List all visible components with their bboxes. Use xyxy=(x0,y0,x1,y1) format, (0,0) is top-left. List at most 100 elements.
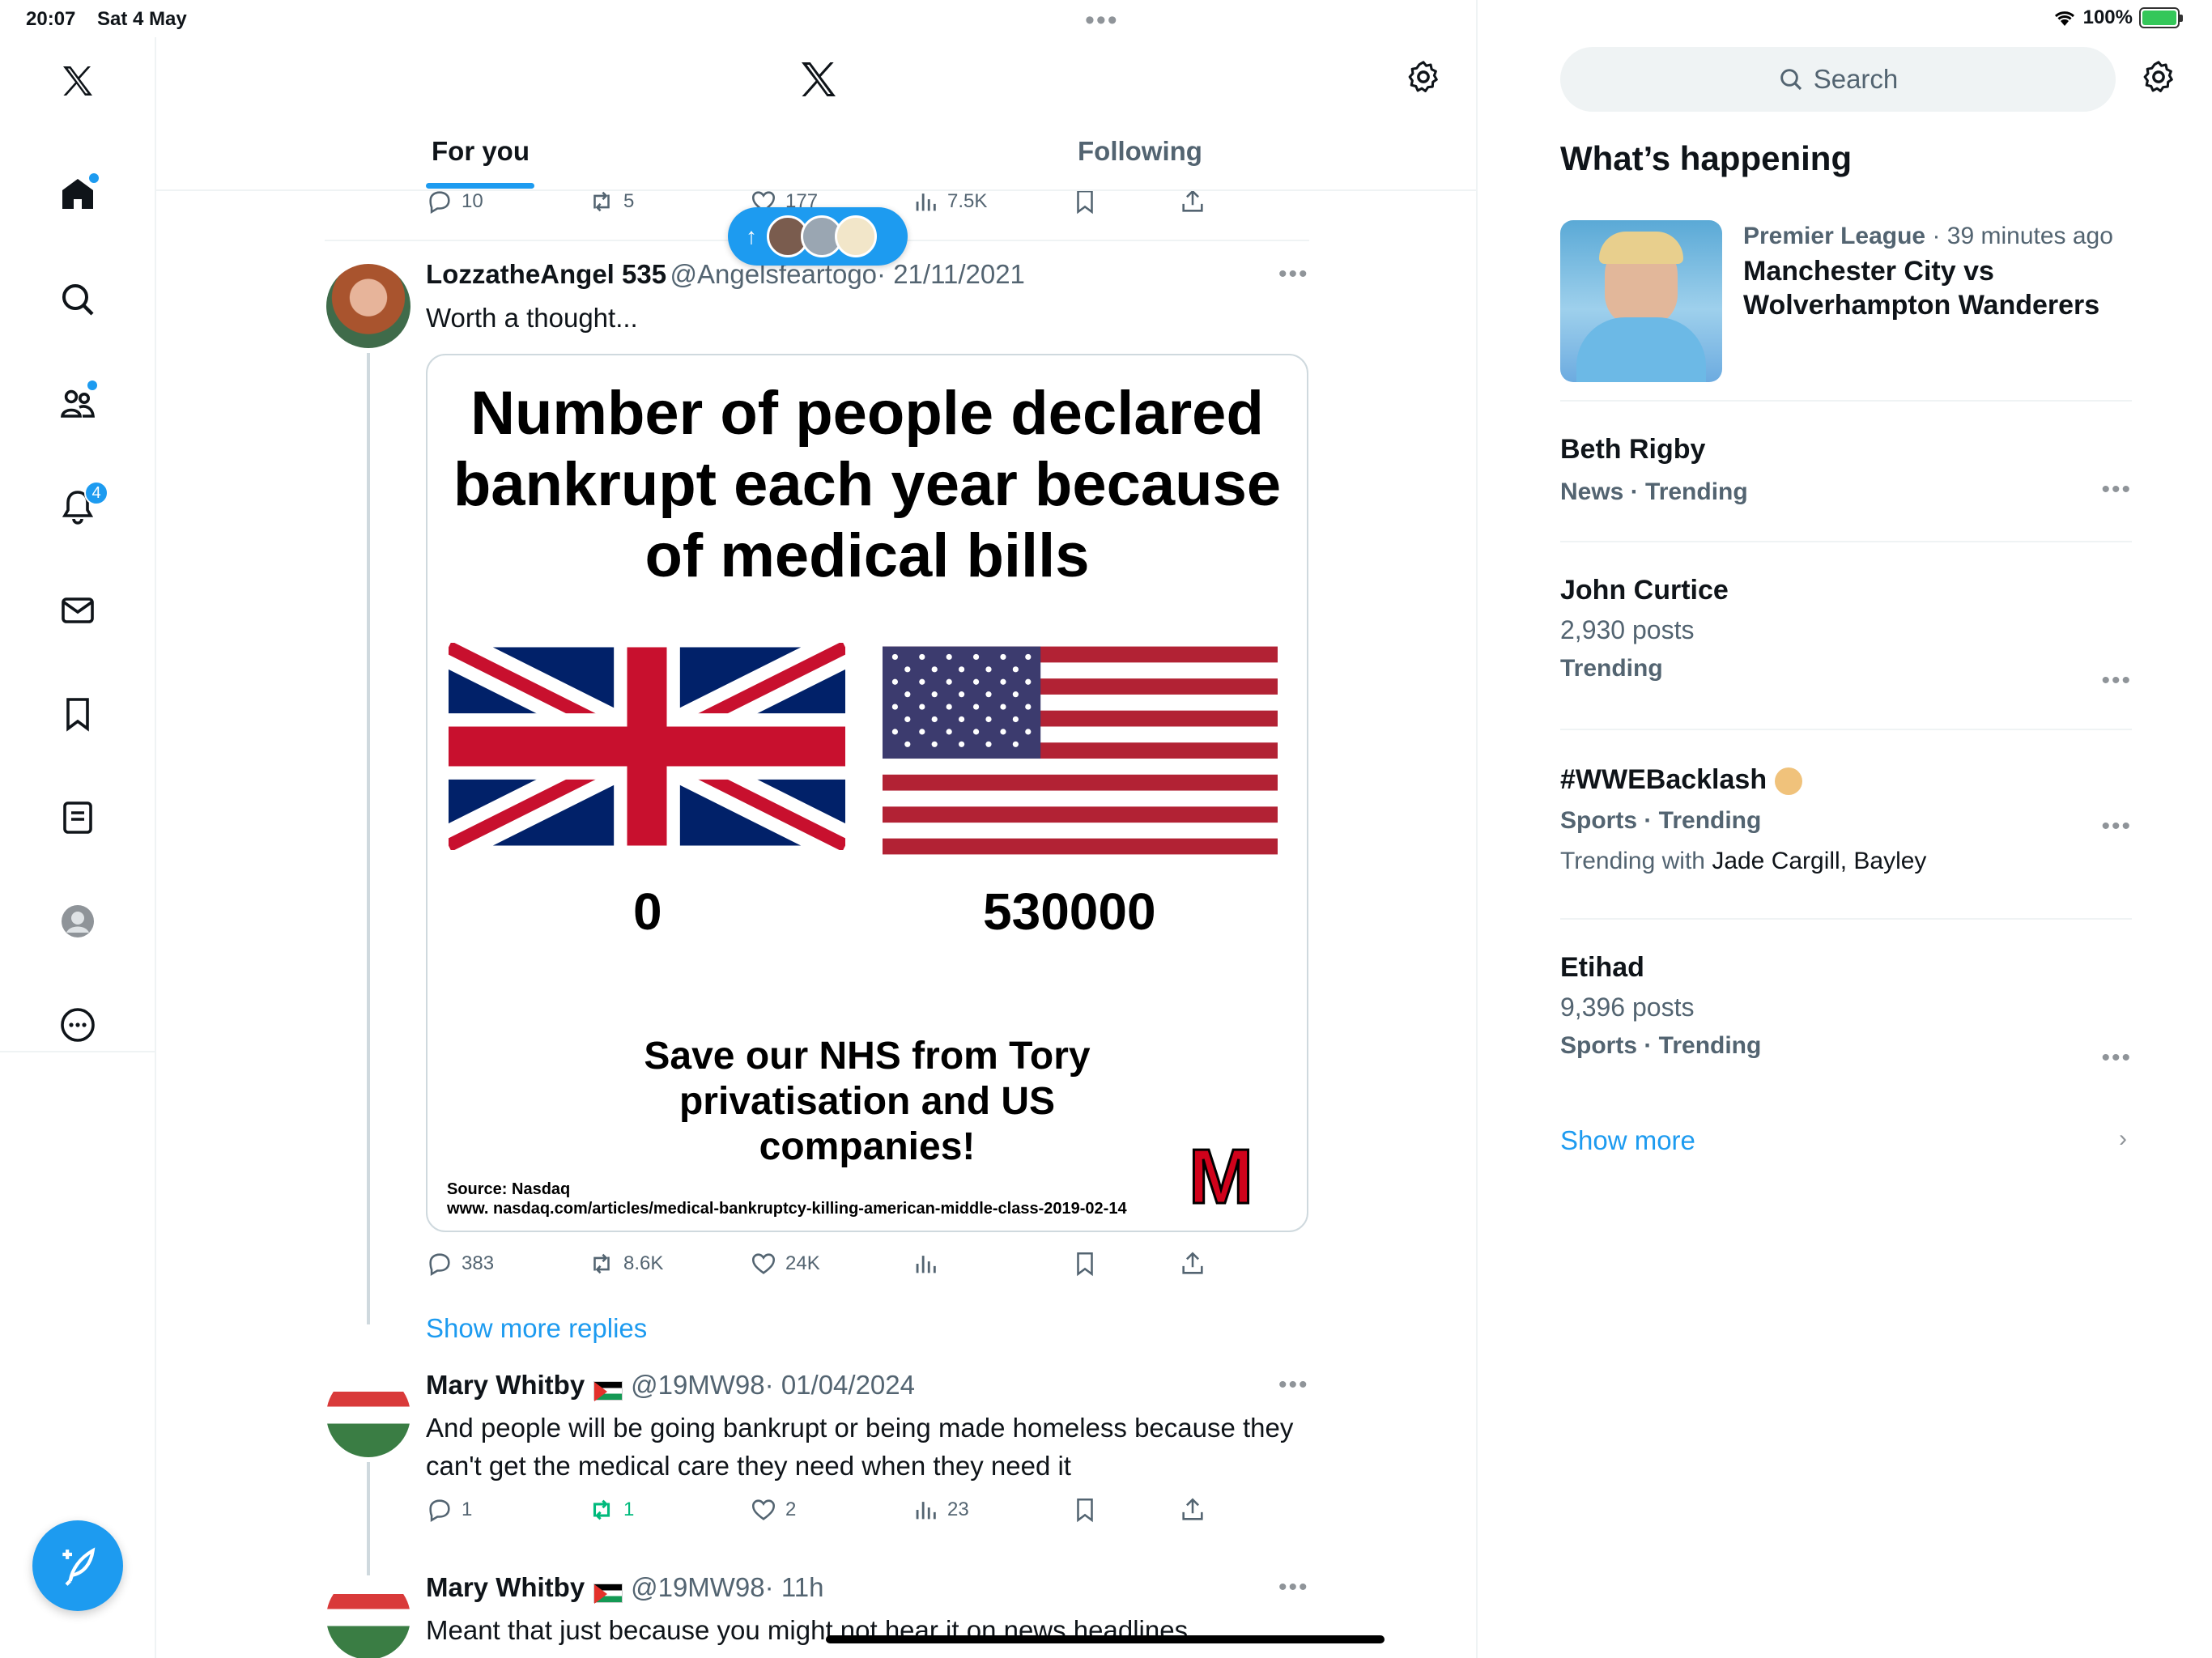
main-timeline: For you Following 10 5 177 7.5K ↑ Lozzat… xyxy=(156,0,1478,1658)
heart-icon xyxy=(751,1499,776,1520)
like-button[interactable]: 2 xyxy=(750,1496,796,1524)
reply-button[interactable]: 383 xyxy=(426,1250,494,1278)
repost-button-active[interactable]: 1 xyxy=(588,1496,634,1524)
show-more-replies-link[interactable]: Show more replies xyxy=(426,1313,647,1344)
bookmark-icon xyxy=(1077,189,1093,215)
share-icon xyxy=(1182,1498,1203,1520)
tweet-author-avatar[interactable] xyxy=(326,264,410,348)
x-header-logo-icon[interactable] xyxy=(796,57,841,106)
tweet-more-options-icon[interactable]: ••• xyxy=(1278,1574,1309,1601)
tweet-date[interactable]: · 11h xyxy=(765,1572,824,1602)
tweet-date[interactable]: · 21/11/2021 xyxy=(877,259,1025,289)
tweet-author-avatar[interactable] xyxy=(326,1373,410,1457)
repost-count: 8.6K xyxy=(623,1252,664,1274)
trend-item[interactable]: #WWEBacklash Sports · Trending Trending … xyxy=(1560,763,2132,878)
share-icon xyxy=(1182,1252,1203,1274)
home-indicator-bar[interactable] xyxy=(826,1635,1385,1643)
views-button[interactable] xyxy=(912,1250,939,1278)
trend-item[interactable]: Beth Rigby News · Trending ••• xyxy=(1560,432,2132,508)
palestine-flag-icon xyxy=(593,1583,623,1604)
repost-count: 1 xyxy=(623,1499,635,1520)
trend-event-item[interactable]: Premier League · 39 minutes ago Manchest… xyxy=(1560,220,2132,382)
trend-title: #WWEBacklash xyxy=(1560,764,1767,795)
thread-line xyxy=(367,1462,370,1575)
trend-meta: Sports · Trending xyxy=(1560,807,1762,834)
tab-following[interactable]: Following xyxy=(1078,136,1202,167)
like-count: 2 xyxy=(785,1499,797,1520)
bookmark-button[interactable] xyxy=(1071,1496,1099,1524)
explore-search-icon[interactable] xyxy=(53,275,102,324)
views-chart-icon xyxy=(916,193,936,211)
tweet-author-avatar[interactable] xyxy=(326,1575,410,1658)
left-nav: 4 xyxy=(0,37,156,1658)
trend-more-options-icon[interactable]: ••• xyxy=(2101,813,2132,840)
repost-button[interactable]: 5 xyxy=(588,188,634,215)
active-tab-indicator xyxy=(426,183,534,189)
tweet-actions: 1 1 2 23 xyxy=(426,1496,1236,1528)
views-count: 23 xyxy=(947,1499,969,1520)
trend-meta: News · Trending xyxy=(1560,478,1748,505)
search-icon xyxy=(1780,69,1802,91)
share-button[interactable] xyxy=(1179,188,1206,215)
bookmark-button[interactable] xyxy=(1071,1250,1099,1278)
views-chart-icon xyxy=(916,1256,936,1273)
lists-icon[interactable] xyxy=(53,793,102,842)
trend-title: Beth Rigby xyxy=(1560,434,1706,465)
trend-emoji-icon xyxy=(1774,767,1802,796)
share-button[interactable] xyxy=(1179,1250,1206,1278)
more-options-icon[interactable] xyxy=(53,1001,102,1049)
tweet-image[interactable]: Number of people declared bankrupt each … xyxy=(426,354,1308,1232)
bookmark-button[interactable] xyxy=(1071,188,1099,215)
communities-icon[interactable] xyxy=(53,379,102,427)
reply-button[interactable]: 1 xyxy=(426,1496,472,1524)
repost-icon xyxy=(593,191,610,212)
new-post-avatar xyxy=(835,215,877,257)
us-flag-image xyxy=(883,646,1278,855)
trend-item[interactable]: Etihad 9,396 posts Sports · Trending ••• xyxy=(1560,950,2132,1071)
trend-category: Premier League xyxy=(1743,223,1926,249)
views-button[interactable]: 7.5K xyxy=(912,188,987,215)
trend-more-options-icon[interactable]: ••• xyxy=(2101,667,2132,695)
profile-avatar-icon[interactable] xyxy=(53,897,102,946)
trend-more-options-icon[interactable]: ••• xyxy=(2101,1044,2132,1072)
tweet-header: Mary Whitby @19MW98· 11h xyxy=(426,1572,824,1604)
tweet-more-options-icon[interactable]: ••• xyxy=(1278,261,1309,288)
trend-meta: Sports · Trending xyxy=(1560,1032,1762,1059)
share-icon xyxy=(1182,189,1203,212)
show-more-link[interactable]: Show more xyxy=(1560,1125,1695,1156)
reply-icon xyxy=(429,191,450,215)
explore-settings-gear-icon[interactable] xyxy=(2140,58,2177,100)
compose-post-button[interactable] xyxy=(32,1520,123,1611)
tweet-author-handle[interactable]: @19MW98 xyxy=(631,1572,765,1602)
x-logo-icon[interactable] xyxy=(53,57,102,105)
search-placeholder: Search xyxy=(1813,64,1899,94)
tweet-author-name[interactable]: Mary Whitby xyxy=(426,1572,585,1602)
trend-more-options-icon[interactable]: ••• xyxy=(2101,476,2132,504)
tweet-more-options-icon[interactable]: ••• xyxy=(1278,1371,1309,1399)
repost-button[interactable]: 8.6K xyxy=(588,1250,663,1278)
tweet-author-name[interactable]: LozzatheAngel 535 xyxy=(426,259,666,289)
tweet-date[interactable]: · 01/04/2024 xyxy=(765,1370,915,1400)
image-source-line1: Source: Nasdaq xyxy=(447,1180,571,1198)
views-button[interactable]: 23 xyxy=(912,1496,969,1524)
tweet-author-handle[interactable]: @19MW98 xyxy=(631,1370,765,1400)
home-icon[interactable] xyxy=(53,170,102,219)
bookmark-icon xyxy=(1077,1252,1093,1277)
search-input[interactable]: Search xyxy=(1560,47,2116,112)
trend-item[interactable]: John Curtice 2,930 posts Trending ••• xyxy=(1560,573,2132,694)
notifications-bell-icon[interactable]: 4 xyxy=(53,481,108,531)
share-button[interactable] xyxy=(1179,1496,1206,1524)
timeline-settings-gear-icon[interactable] xyxy=(1405,58,1442,100)
image-slogan: Save our NHS from Tory privatisation and… xyxy=(644,1035,1091,1168)
trend-title: Manchester City vs Wolverhampton Wandere… xyxy=(1743,256,2100,321)
trend-title: John Curtice xyxy=(1560,575,1729,606)
messages-mail-icon[interactable] xyxy=(53,586,102,635)
bookmarks-icon[interactable] xyxy=(53,690,102,738)
chevron-right-icon: › xyxy=(2119,1125,2127,1152)
new-posts-pill[interactable]: ↑ xyxy=(728,207,908,266)
tweet-author-name[interactable]: Mary Whitby xyxy=(426,1370,585,1400)
like-button[interactable]: 24K xyxy=(750,1250,820,1278)
trend-title: Etihad xyxy=(1560,952,1644,983)
tab-for-you[interactable]: For you xyxy=(432,136,530,167)
reply-button[interactable]: 10 xyxy=(426,188,483,215)
